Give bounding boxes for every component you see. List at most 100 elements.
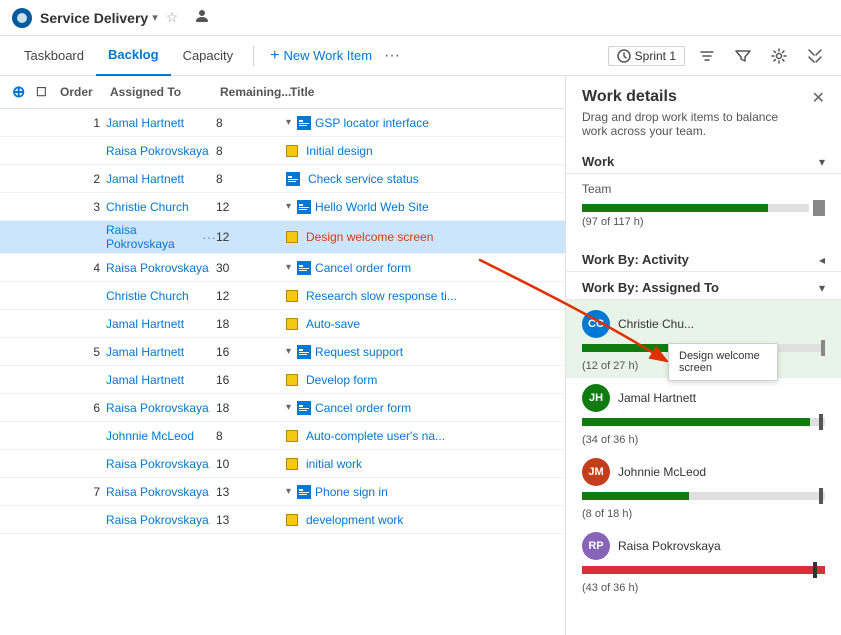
team-progress-bar-fill [582,204,768,212]
work-item-title[interactable]: Research slow response ti... [306,289,457,303]
person-row-christie: CC Christie Chu... [566,304,841,344]
table-row[interactable]: 3 Christie Church 12 ▾ Hello World Web S… [0,193,565,221]
team-progress-info: (97 of 117 h) [582,216,825,228]
person-row-johnnie: JM Johnnie McLeod [566,452,841,492]
task-icon [286,145,298,157]
task-icon [286,290,298,302]
title-cell: initial work [286,457,557,471]
work-item-title[interactable]: Develop form [306,373,377,387]
work-item-title[interactable]: initial work [306,457,362,471]
chevron-expand-icon[interactable]: ▾ [286,117,291,128]
remaining-cell: 12 [216,200,286,214]
task-icon [286,318,298,330]
work-by-activity-section-header: Work By: Activity ◂ [566,244,841,272]
jamal-bar-fill [582,418,810,426]
work-section-expand-icon[interactable]: ▾ [819,155,825,169]
johnnie-mcleod-section: JM Johnnie McLeod (8 of 18 h) [566,452,841,526]
assigned-cell: Raisa Pokrovskaya [106,485,216,499]
table-row[interactable]: Jamal Hartnett 18 Auto-save [0,310,565,338]
story-icon [297,485,311,499]
work-item-title[interactable]: Initial design [306,144,373,158]
work-item-title[interactable]: GSP locator interface [315,116,429,130]
project-icon [12,8,32,28]
table-row[interactable]: 5 Jamal Hartnett 16 ▾ Request support [0,338,565,366]
table-row[interactable]: Jamal Hartnett 16 Develop form [0,366,565,394]
order-cell: 5 [56,345,106,359]
work-item-title[interactable]: Cancel order form [315,261,411,275]
johnnie-avatar: JM [582,458,610,486]
work-details-panel: Work details Drag and drop work items to… [566,76,841,635]
jamal-avatar: JH [582,384,610,412]
chevron-expand-icon[interactable]: ▾ [286,346,291,357]
filter-button[interactable] [729,42,757,70]
task-icon [286,231,298,243]
assigned-cell: Jamal Hartnett [106,116,216,130]
work-section-header: Work ▾ [566,146,841,174]
work-item-title[interactable]: Design welcome screen [306,230,433,244]
work-item-title[interactable]: Auto-complete user's na... [306,429,445,443]
work-item-title[interactable]: Cancel order form [315,401,411,415]
assigned-cell: Raisa Pokrovskaya [106,223,198,251]
panel-header-text: Work details Drag and drop work items to… [582,88,804,138]
assigned-with-kebab: Raisa Pokrovskaya ··· [106,223,216,251]
chevron-expand-icon[interactable]: ▾ [286,402,291,413]
table-row[interactable]: 7 Raisa Pokrovskaya 13 ▾ Phone sign in [0,478,565,506]
work-by-assigned-expand-icon[interactable]: ▾ [819,281,825,295]
tab-backlog[interactable]: Backlog [96,36,171,76]
table-row[interactable]: 2 Jamal Hartnett 8 Check service status [0,165,565,193]
work-item-title[interactable]: Request support [315,345,403,359]
nav-separator [253,46,254,66]
story-icon [297,261,311,275]
table-row[interactable]: Raisa Pokrovskaya ··· 12 Design welcome … [0,221,565,254]
jamal-bar-wrap [566,418,841,434]
table-row[interactable]: Christie Church 12 Research slow respons… [0,282,565,310]
title-cell: ▾ Cancel order form [286,401,557,415]
work-item-title[interactable]: Check service status [308,172,419,186]
settings-sliders-button[interactable] [693,42,721,70]
tab-capacity[interactable]: Capacity [171,36,246,76]
more-options-button[interactable]: ··· [380,47,404,65]
raisa-capacity-marker [813,562,817,578]
table-row[interactable]: Johnnie McLeod 8 Auto-complete user's na… [0,422,565,450]
table-row[interactable]: Raisa Pokrovskaya 8 Initial design [0,137,565,165]
title-cell: Auto-save [286,317,557,331]
add-col-header[interactable]: ⊕ [8,80,32,104]
table-row[interactable]: Raisa Pokrovskaya 10 initial work [0,450,565,478]
work-item-title[interactable]: Phone sign in [315,485,388,499]
settings-gear-button[interactable] [765,42,793,70]
story-icon [297,116,311,130]
work-by-assigned-section-header: Work By: Assigned To ▾ [566,272,841,300]
chevron-expand-icon[interactable]: ▾ [286,486,291,497]
christie-bar-wrap [566,344,841,360]
chevron-expand-icon[interactable]: ▾ [286,262,291,273]
work-by-activity-expand-icon[interactable]: ◂ [819,253,825,267]
work-item-title[interactable]: Auto-save [306,317,360,331]
raisa-hours: (43 of 36 h) [566,582,841,600]
assigned-cell: Raisa Pokrovskaya [106,513,216,527]
title-cell: ▾ Request support [286,345,557,359]
favorite-star-icon[interactable]: ☆ [166,9,179,26]
new-work-item-button[interactable]: + New Work Item [262,47,380,65]
nav-right-controls: Sprint 1 [608,42,829,70]
expand-button[interactable] [801,42,829,70]
table-row[interactable]: Raisa Pokrovskaya 13 development work [0,506,565,534]
raisa-info: Raisa Pokrovskaya [618,539,825,553]
order-col-header: Order [56,83,106,101]
assigned-cell: Christie Church [106,289,216,303]
sprint-selector[interactable]: Sprint 1 [608,46,685,66]
team-icon [194,8,210,27]
top-bar: Service Delivery ▾ ☆ [0,0,841,36]
kebab-menu-icon[interactable]: ··· [202,229,216,245]
select-col-header[interactable]: ☐ [32,83,56,101]
close-panel-button[interactable]: ✕ [812,88,825,108]
table-row[interactable]: 1 Jamal Hartnett 8 ▾ GSP locator interfa… [0,109,565,137]
table-row[interactable]: 4 Raisa Pokrovskaya 30 ▾ Cancel order fo… [0,254,565,282]
chevron-expand-icon[interactable]: ▾ [286,201,291,212]
tab-taskboard[interactable]: Taskboard [12,36,96,76]
table-row[interactable]: 6 Raisa Pokrovskaya 18 ▾ Cancel order fo… [0,394,565,422]
project-chevron-icon[interactable]: ▾ [152,11,158,24]
work-item-title[interactable]: Hello World Web Site [315,200,429,214]
remaining-cell: 18 [216,401,286,415]
remaining-cell: 30 [216,261,286,275]
work-item-title[interactable]: development work [306,513,403,527]
